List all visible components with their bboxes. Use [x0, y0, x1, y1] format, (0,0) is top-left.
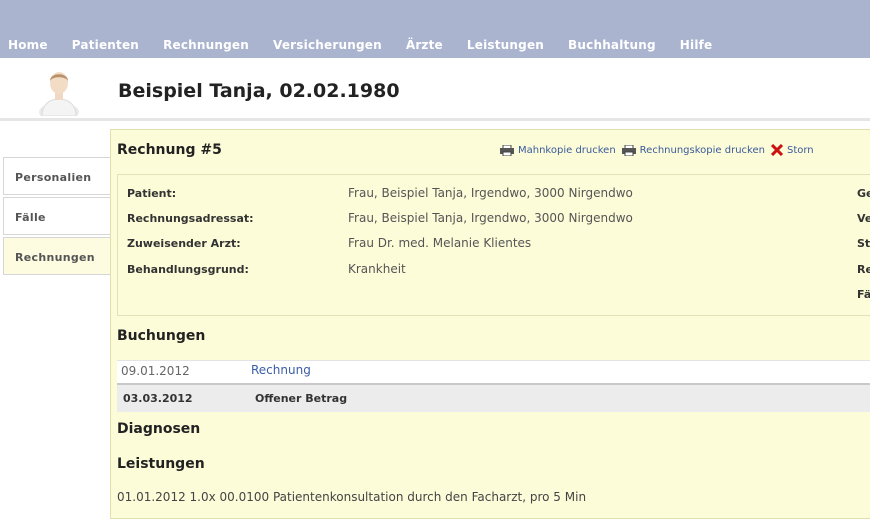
nav-patienten[interactable]: Patienten [72, 38, 139, 52]
detail-label-rechnungsadressat: Rechnungsadressat: [127, 212, 254, 225]
detail-label-right-1: Ge [857, 187, 870, 200]
section-diagnosen: Diagnosen [117, 421, 201, 437]
cancel-icon [770, 144, 783, 156]
patient-avatar-icon [36, 66, 82, 121]
detail-label-behandlungsgrund: Behandlungsgrund: [127, 263, 249, 276]
section-leistungen: Leistungen [117, 456, 205, 472]
detail-label-right-2: Ve [857, 212, 870, 225]
printer-icon [500, 144, 514, 156]
nav-leistungen[interactable]: Leistungen [467, 38, 544, 52]
nav-home[interactable]: Home [8, 38, 48, 52]
booking-text: Offener Betrag [255, 392, 348, 405]
detail-label-right-4: Re [857, 263, 870, 276]
tab-rechnungen[interactable]: Rechnungen [3, 237, 110, 275]
printer-icon [621, 144, 636, 156]
tab-faelle[interactable]: Fälle [3, 197, 110, 235]
print-invoice-label: Rechnungskopie drucken [639, 144, 765, 156]
print-invoice-copy-button[interactable]: Rechnungskopie drucken [621, 144, 765, 156]
table-row: 03.03.2012 Offener Betrag [117, 383, 870, 412]
detail-value-rechnungsadressat: Frau, Beispiel Tanja, Irgendwo, 3000 Nir… [348, 211, 633, 225]
side-tabs: Personalien Fälle Rechnungen [3, 157, 110, 277]
detail-label-patient: Patient: [127, 187, 177, 200]
invoice-actions: Mahnkopie drucken Rechnungskopie drucken… [500, 144, 820, 156]
detail-value-zuweisender-arzt: Frau Dr. med. Melanie Klientes [348, 236, 532, 250]
invoice-title: Rechnung #5 [117, 142, 222, 158]
storno-label: Storn [786, 144, 814, 156]
nav-aerzte[interactable]: Ärzte [406, 38, 443, 52]
section-buchungen: Buchungen [117, 328, 206, 344]
nav-rechnungen[interactable]: Rechnungen [163, 38, 249, 52]
booking-link-rechnung[interactable]: Rechnung [251, 363, 311, 377]
storno-button[interactable]: Storn [770, 144, 814, 156]
detail-label-right-5: Fä [857, 288, 870, 301]
print-reminder-copy-button[interactable]: Mahnkopie drucken [500, 144, 616, 156]
nav-versicherungen[interactable]: Versicherungen [273, 38, 382, 52]
print-reminder-label: Mahnkopie drucken [518, 144, 616, 156]
detail-label-right-3: St [857, 237, 870, 250]
nav-buchhaltung[interactable]: Buchhaltung [568, 38, 656, 52]
detail-label-zuweisender-arzt: Zuweisender Arzt: [127, 237, 241, 250]
patient-title: Beispiel Tanja, 02.02.1980 [118, 80, 400, 102]
booking-date: 03.03.2012 [123, 392, 193, 405]
list-item: 01.01.2012 1.0x 00.0100 Patientenkonsult… [117, 490, 587, 504]
detail-value-patient: Frau, Beispiel Tanja, Irgendwo, 3000 Nir… [348, 186, 633, 200]
nav-hilfe[interactable]: Hilfe [680, 38, 713, 52]
table-row: 09.01.2012 Rechnung [117, 360, 870, 383]
main-nav: Home Patienten Rechnungen Versicherungen… [8, 38, 736, 52]
header-divider [0, 118, 870, 121]
booking-date: 09.01.2012 [121, 364, 190, 378]
tab-personalien[interactable]: Personalien [3, 157, 110, 195]
detail-value-behandlungsgrund: Krankheit [348, 262, 406, 276]
